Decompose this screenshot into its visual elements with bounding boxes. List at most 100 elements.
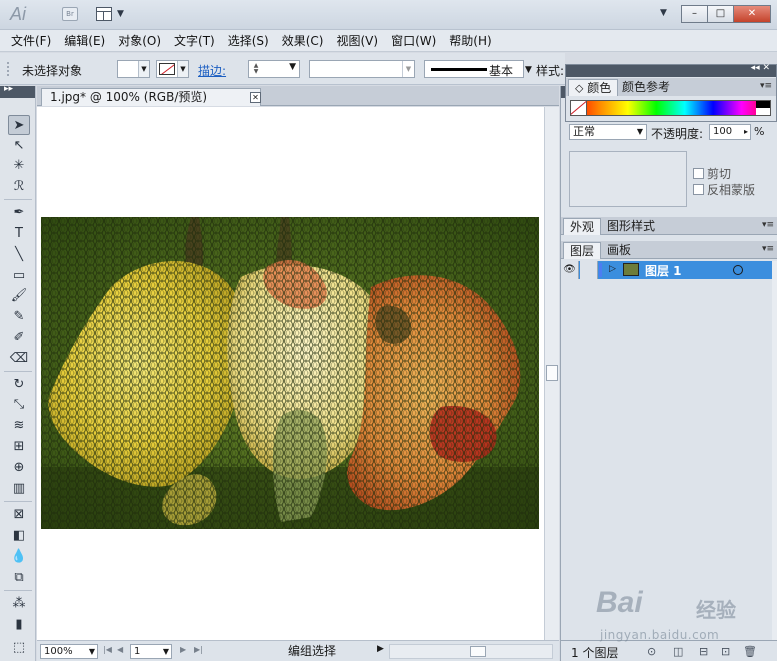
layer-name[interactable]: 图层 1	[645, 262, 682, 279]
menu-type[interactable]: 文字(T)	[169, 32, 220, 49]
layer-row[interactable]: 👁 ▷ 图层 1	[561, 261, 772, 279]
tab-layers[interactable]: 图层	[563, 242, 602, 259]
target-icon[interactable]	[733, 265, 743, 275]
direct-selection-tool-icon[interactable]: ↖	[8, 136, 30, 156]
shape-builder-tool-icon[interactable]: ⊕	[8, 458, 30, 478]
lock-toggle[interactable]	[580, 261, 598, 279]
panel-menu-icon[interactable]: ▾≡	[762, 220, 774, 230]
maximize-button[interactable]: □	[707, 5, 734, 23]
symbol-sprayer-tool-icon[interactable]: ⁂	[8, 594, 30, 614]
control-bar-grip[interactable]	[6, 61, 10, 77]
eraser-tool-icon[interactable]: ⌫	[8, 349, 30, 369]
pencil-tool-icon[interactable]: ✎	[8, 307, 30, 327]
blob-brush-tool-icon[interactable]: ✐	[8, 328, 30, 348]
stroke-weight-field[interactable]: ▲ ▼ ▼	[248, 60, 300, 78]
menu-view[interactable]: 视图(V)	[331, 32, 383, 49]
document-canvas[interactable]	[37, 107, 544, 640]
menu-help[interactable]: 帮助(H)	[444, 32, 496, 49]
blend-mode-select[interactable]: 正常 ▼	[569, 124, 647, 140]
paintbrush-tool-icon[interactable]: 🖌	[8, 286, 30, 306]
menu-edit[interactable]: 编辑(E)	[59, 32, 110, 49]
rotate-tool-icon[interactable]: ↻	[8, 375, 30, 395]
current-tool-status[interactable]: 编组选择	[239, 644, 385, 659]
scrollbar-thumb[interactable]	[546, 365, 558, 381]
artboard-number-select[interactable]: 1 ▼	[130, 644, 172, 659]
warp-tool-icon[interactable]: ≋	[8, 416, 30, 436]
previous-artboard-icon[interactable]: ◀	[117, 645, 123, 654]
tab-artboards[interactable]: 画板	[601, 242, 637, 259]
color-panel-header[interactable]: ◂◂ ✕	[566, 63, 776, 77]
tab-color-guide[interactable]: 颜色参考	[616, 79, 676, 96]
panel-menu-icon[interactable]: ▾≡	[762, 244, 774, 254]
lasso-tool-icon[interactable]: ℛ	[8, 177, 30, 197]
clip-checkbox[interactable]	[693, 168, 704, 179]
horizontal-scrollbar[interactable]	[389, 644, 553, 659]
invert-mask-checkbox[interactable]	[693, 184, 704, 195]
workspace-switcher-chevron-icon[interactable]: ▼	[660, 8, 667, 18]
menu-file[interactable]: 文件(F)	[6, 32, 56, 49]
new-sublayer-icon[interactable]: ⊟	[699, 645, 708, 658]
magic-wand-tool-icon[interactable]: ✳	[8, 156, 30, 176]
status-menu-arrow-icon[interactable]: ▶	[377, 644, 384, 654]
menu-window[interactable]: 窗口(W)	[386, 32, 441, 49]
stroke-color-picker[interactable]: ▼	[156, 60, 189, 78]
free-transform-tool-icon[interactable]: ⊞	[8, 437, 30, 457]
collapse-icon[interactable]: ◂◂ ✕	[751, 63, 770, 73]
document-tab[interactable]: 1.jpg* @ 100% (RGB/预览) ✕	[41, 88, 261, 106]
blend-tool-icon[interactable]: ⧉	[8, 568, 30, 588]
graph-tool-icon[interactable]: ▥	[8, 479, 30, 499]
next-artboard-icon[interactable]: ▶	[180, 645, 186, 654]
tab-appearance[interactable]: 外观	[563, 218, 602, 235]
tools-panel-header[interactable]: ▸▸	[0, 84, 35, 98]
vertical-scrollbar[interactable]	[544, 107, 559, 640]
color-spectrum[interactable]	[570, 100, 771, 116]
new-layer-icon[interactable]: ⊡	[721, 645, 730, 658]
gradient-tool-icon[interactable]: ◧	[8, 526, 30, 546]
mesh-tool-icon[interactable]: ⊠	[8, 505, 30, 525]
variable-width-profile-select[interactable]: ▼	[309, 60, 415, 78]
collapse-icon[interactable]: ▸▸	[4, 84, 13, 94]
pen-tool-icon[interactable]: ✒	[8, 203, 30, 223]
scale-tool-icon[interactable]: ⤡	[8, 395, 30, 415]
fill-color-picker[interactable]: ▼	[117, 60, 150, 78]
bridge-button[interactable]: Br	[62, 7, 78, 21]
arrange-documents-button[interactable]: ▼	[96, 6, 128, 22]
locate-object-icon[interactable]: ⊙	[647, 645, 656, 658]
type-tool-icon[interactable]: T	[8, 224, 30, 244]
trash-icon[interactable]: 🗑	[743, 645, 757, 658]
invert-mask-checkbox-row[interactable]: 反相蒙版	[693, 181, 755, 198]
minimize-button[interactable]: –	[681, 5, 708, 23]
brush-definition-select[interactable]: 基本 ▼	[424, 60, 532, 78]
spinner-icon[interactable]: ▲ ▼	[251, 63, 261, 75]
artboard-tool-icon[interactable]: ⬚	[8, 638, 30, 658]
stroke-options-link[interactable]: 描边:	[198, 62, 226, 79]
close-icon[interactable]: ✕	[250, 92, 261, 103]
baidu-logo: Bai	[596, 586, 643, 619]
zoom-level-select[interactable]: 100% ▼	[40, 644, 98, 659]
none-swatch-icon[interactable]	[571, 101, 587, 115]
black-white-swatch[interactable]	[756, 101, 770, 115]
scrollbar-thumb[interactable]	[470, 646, 486, 657]
clip-checkbox-row[interactable]: 剪切	[693, 165, 731, 182]
selection-tool-icon[interactable]: ➤	[8, 115, 30, 135]
mosaic-flower-image[interactable]	[41, 217, 539, 529]
close-button[interactable]: ✕	[733, 5, 771, 23]
eyedropper-tool-icon[interactable]: 💧	[8, 547, 30, 567]
line-segment-tool-icon[interactable]: ╲	[8, 245, 30, 265]
tab-graphic-styles[interactable]: 图形样式	[601, 218, 661, 235]
eye-icon[interactable]: 👁	[561, 261, 579, 279]
menu-effect[interactable]: 效果(C)	[277, 32, 329, 49]
expand-triangle-icon[interactable]: ▷	[609, 264, 616, 274]
menu-object[interactable]: 对象(O)	[113, 32, 166, 49]
last-artboard-icon[interactable]: ▶|	[194, 645, 203, 654]
clipping-mask-icon[interactable]: ◫	[673, 645, 683, 658]
tool-divider	[4, 371, 32, 372]
panel-menu-icon[interactable]: ▾≡	[760, 81, 772, 91]
layers-scrollbar[interactable]	[772, 261, 777, 641]
menu-select[interactable]: 选择(S)	[223, 32, 274, 49]
opacity-field[interactable]: 100 ▸	[709, 124, 751, 140]
first-artboard-icon[interactable]: |◀	[103, 645, 112, 654]
tab-color[interactable]: ⬦ 颜色	[568, 79, 619, 96]
column-graph-tool-icon[interactable]: ▮	[8, 615, 30, 635]
rectangle-tool-icon[interactable]: ▭	[8, 266, 30, 286]
